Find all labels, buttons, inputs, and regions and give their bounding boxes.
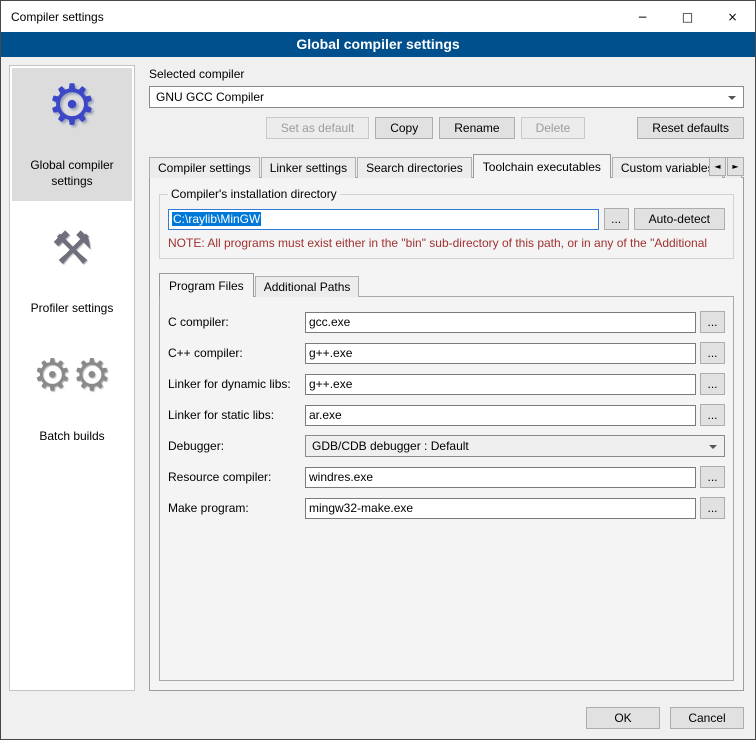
sidebar-item-batch-builds[interactable]: ⚙ ⚙ Batch builds	[12, 339, 132, 457]
selected-compiler-value: GNU GCC Compiler	[156, 90, 264, 104]
make-program-browse-button[interactable]: ...	[700, 497, 725, 519]
static-linker-input[interactable]	[305, 405, 696, 426]
resource-compiler-input[interactable]	[305, 467, 696, 488]
sidebar-item-global-compiler-settings[interactable]: ⚙ Global compiler settings	[12, 68, 132, 201]
compiler-actions: Set as default Copy Rename Delete Reset …	[149, 117, 744, 139]
tab-search-directories[interactable]: Search directories	[357, 157, 472, 178]
static-linker-label: Linker for static libs:	[168, 408, 305, 422]
sidebar-item-label: Global compiler settings	[14, 158, 130, 189]
tab-scroll-buttons: ◄ ►	[709, 157, 744, 176]
compiler-settings-window: Compiler settings − □ × Global compiler …	[0, 0, 756, 740]
static-linker-row: Linker for static libs: ...	[168, 404, 725, 426]
main-panel: Selected compiler GNU GCC Compiler Set a…	[149, 65, 744, 691]
close-icon[interactable]: ×	[710, 1, 755, 32]
reset-defaults-button[interactable]: Reset defaults	[637, 117, 744, 139]
resource-compiler-label: Resource compiler:	[168, 470, 305, 484]
chevron-down-icon	[728, 96, 736, 100]
tab-linker-settings[interactable]: Linker settings	[261, 157, 356, 178]
make-program-row: Make program: ...	[168, 497, 725, 519]
tab-program-files[interactable]: Program Files	[159, 273, 254, 297]
toolchain-executables-page: Compiler's installation directory C:\ray…	[149, 177, 744, 691]
gears-gray-icon: ⚙ ⚙	[33, 347, 112, 405]
make-program-input[interactable]	[305, 498, 696, 519]
debugger-dropdown[interactable]: GDB/CDB debugger : Default	[305, 435, 725, 457]
sidebar: ⚙ Global compiler settings ⚒ Profiler se…	[9, 65, 135, 691]
chevron-down-icon	[709, 445, 717, 449]
dynamic-linker-browse-button[interactable]: ...	[700, 373, 725, 395]
installation-directory-group: Compiler's installation directory C:\ray…	[159, 187, 734, 259]
cpp-compiler-browse-button[interactable]: ...	[700, 342, 725, 364]
make-program-label: Make program:	[168, 501, 305, 515]
maximize-icon[interactable]: □	[665, 1, 710, 32]
c-compiler-browse-button[interactable]: ...	[700, 311, 725, 333]
selected-text: C:\raylib\MinGW	[172, 212, 261, 226]
set-as-default-button: Set as default	[266, 117, 369, 139]
selected-compiler-label: Selected compiler	[149, 67, 744, 81]
dialog-body: ⚙ Global compiler settings ⚒ Profiler se…	[1, 57, 755, 697]
cpp-compiler-input[interactable]	[305, 343, 696, 364]
installation-directory-input[interactable]: C:\raylib\MinGW	[168, 209, 599, 230]
installation-directory-legend: Compiler's installation directory	[168, 187, 340, 201]
titlebar: Compiler settings − □ ×	[1, 1, 755, 32]
dynamic-linker-row: Linker for dynamic libs: ...	[168, 373, 725, 395]
sidebar-item-profiler-settings[interactable]: ⚒ Profiler settings	[12, 211, 132, 329]
cpp-compiler-label: C++ compiler:	[168, 346, 305, 360]
cancel-button[interactable]: Cancel	[670, 707, 744, 729]
c-compiler-label: C compiler:	[168, 315, 305, 329]
profiler-tool-icon: ⚒	[51, 219, 92, 277]
debugger-value: GDB/CDB debugger : Default	[312, 439, 469, 453]
cpp-compiler-row: C++ compiler: ...	[168, 342, 725, 364]
bin-subdirectory-note: NOTE: All programs must exist either in …	[168, 236, 725, 250]
copy-button[interactable]: Copy	[375, 117, 433, 139]
dynamic-linker-label: Linker for dynamic libs:	[168, 377, 305, 391]
debugger-row: Debugger: GDB/CDB debugger : Default	[168, 435, 725, 457]
program-files-tabs: Program Files Additional Paths	[159, 272, 734, 296]
sidebar-item-label: Profiler settings	[31, 301, 114, 317]
tab-scroll-left-icon[interactable]: ◄	[709, 157, 726, 176]
resource-compiler-row: Resource compiler: ...	[168, 466, 725, 488]
sidebar-item-label: Batch builds	[39, 429, 104, 445]
window-title: Compiler settings	[1, 10, 620, 24]
delete-button: Delete	[521, 117, 586, 139]
browse-directory-button[interactable]: ...	[604, 208, 629, 230]
ok-button[interactable]: OK	[586, 707, 660, 729]
page-title: Global compiler settings	[1, 32, 755, 57]
tab-additional-paths[interactable]: Additional Paths	[255, 276, 360, 297]
c-compiler-input[interactable]	[305, 312, 696, 333]
c-compiler-row: C compiler: ...	[168, 311, 725, 333]
installation-directory-row: C:\raylib\MinGW ... Auto-detect	[168, 208, 725, 230]
dialog-footer: OK Cancel	[1, 697, 755, 739]
gear-blue-icon: ⚙	[47, 76, 97, 134]
dynamic-linker-input[interactable]	[305, 374, 696, 395]
auto-detect-button[interactable]: Auto-detect	[634, 208, 725, 230]
minimize-icon[interactable]: −	[620, 1, 665, 32]
tab-toolchain-executables[interactable]: Toolchain executables	[473, 154, 611, 178]
rename-button[interactable]: Rename	[439, 117, 514, 139]
debugger-label: Debugger:	[168, 439, 305, 453]
settings-tabs: Compiler settings Linker settings Search…	[149, 153, 744, 177]
tab-compiler-settings[interactable]: Compiler settings	[149, 157, 260, 178]
static-linker-browse-button[interactable]: ...	[700, 404, 725, 426]
selected-compiler-dropdown[interactable]: GNU GCC Compiler	[149, 86, 744, 108]
tab-custom-variables[interactable]: Custom variables	[612, 157, 723, 178]
program-files-page: C compiler: ... C++ compiler: ... Linker…	[159, 296, 734, 681]
resource-compiler-browse-button[interactable]: ...	[700, 466, 725, 488]
tab-scroll-right-icon[interactable]: ►	[727, 157, 744, 176]
